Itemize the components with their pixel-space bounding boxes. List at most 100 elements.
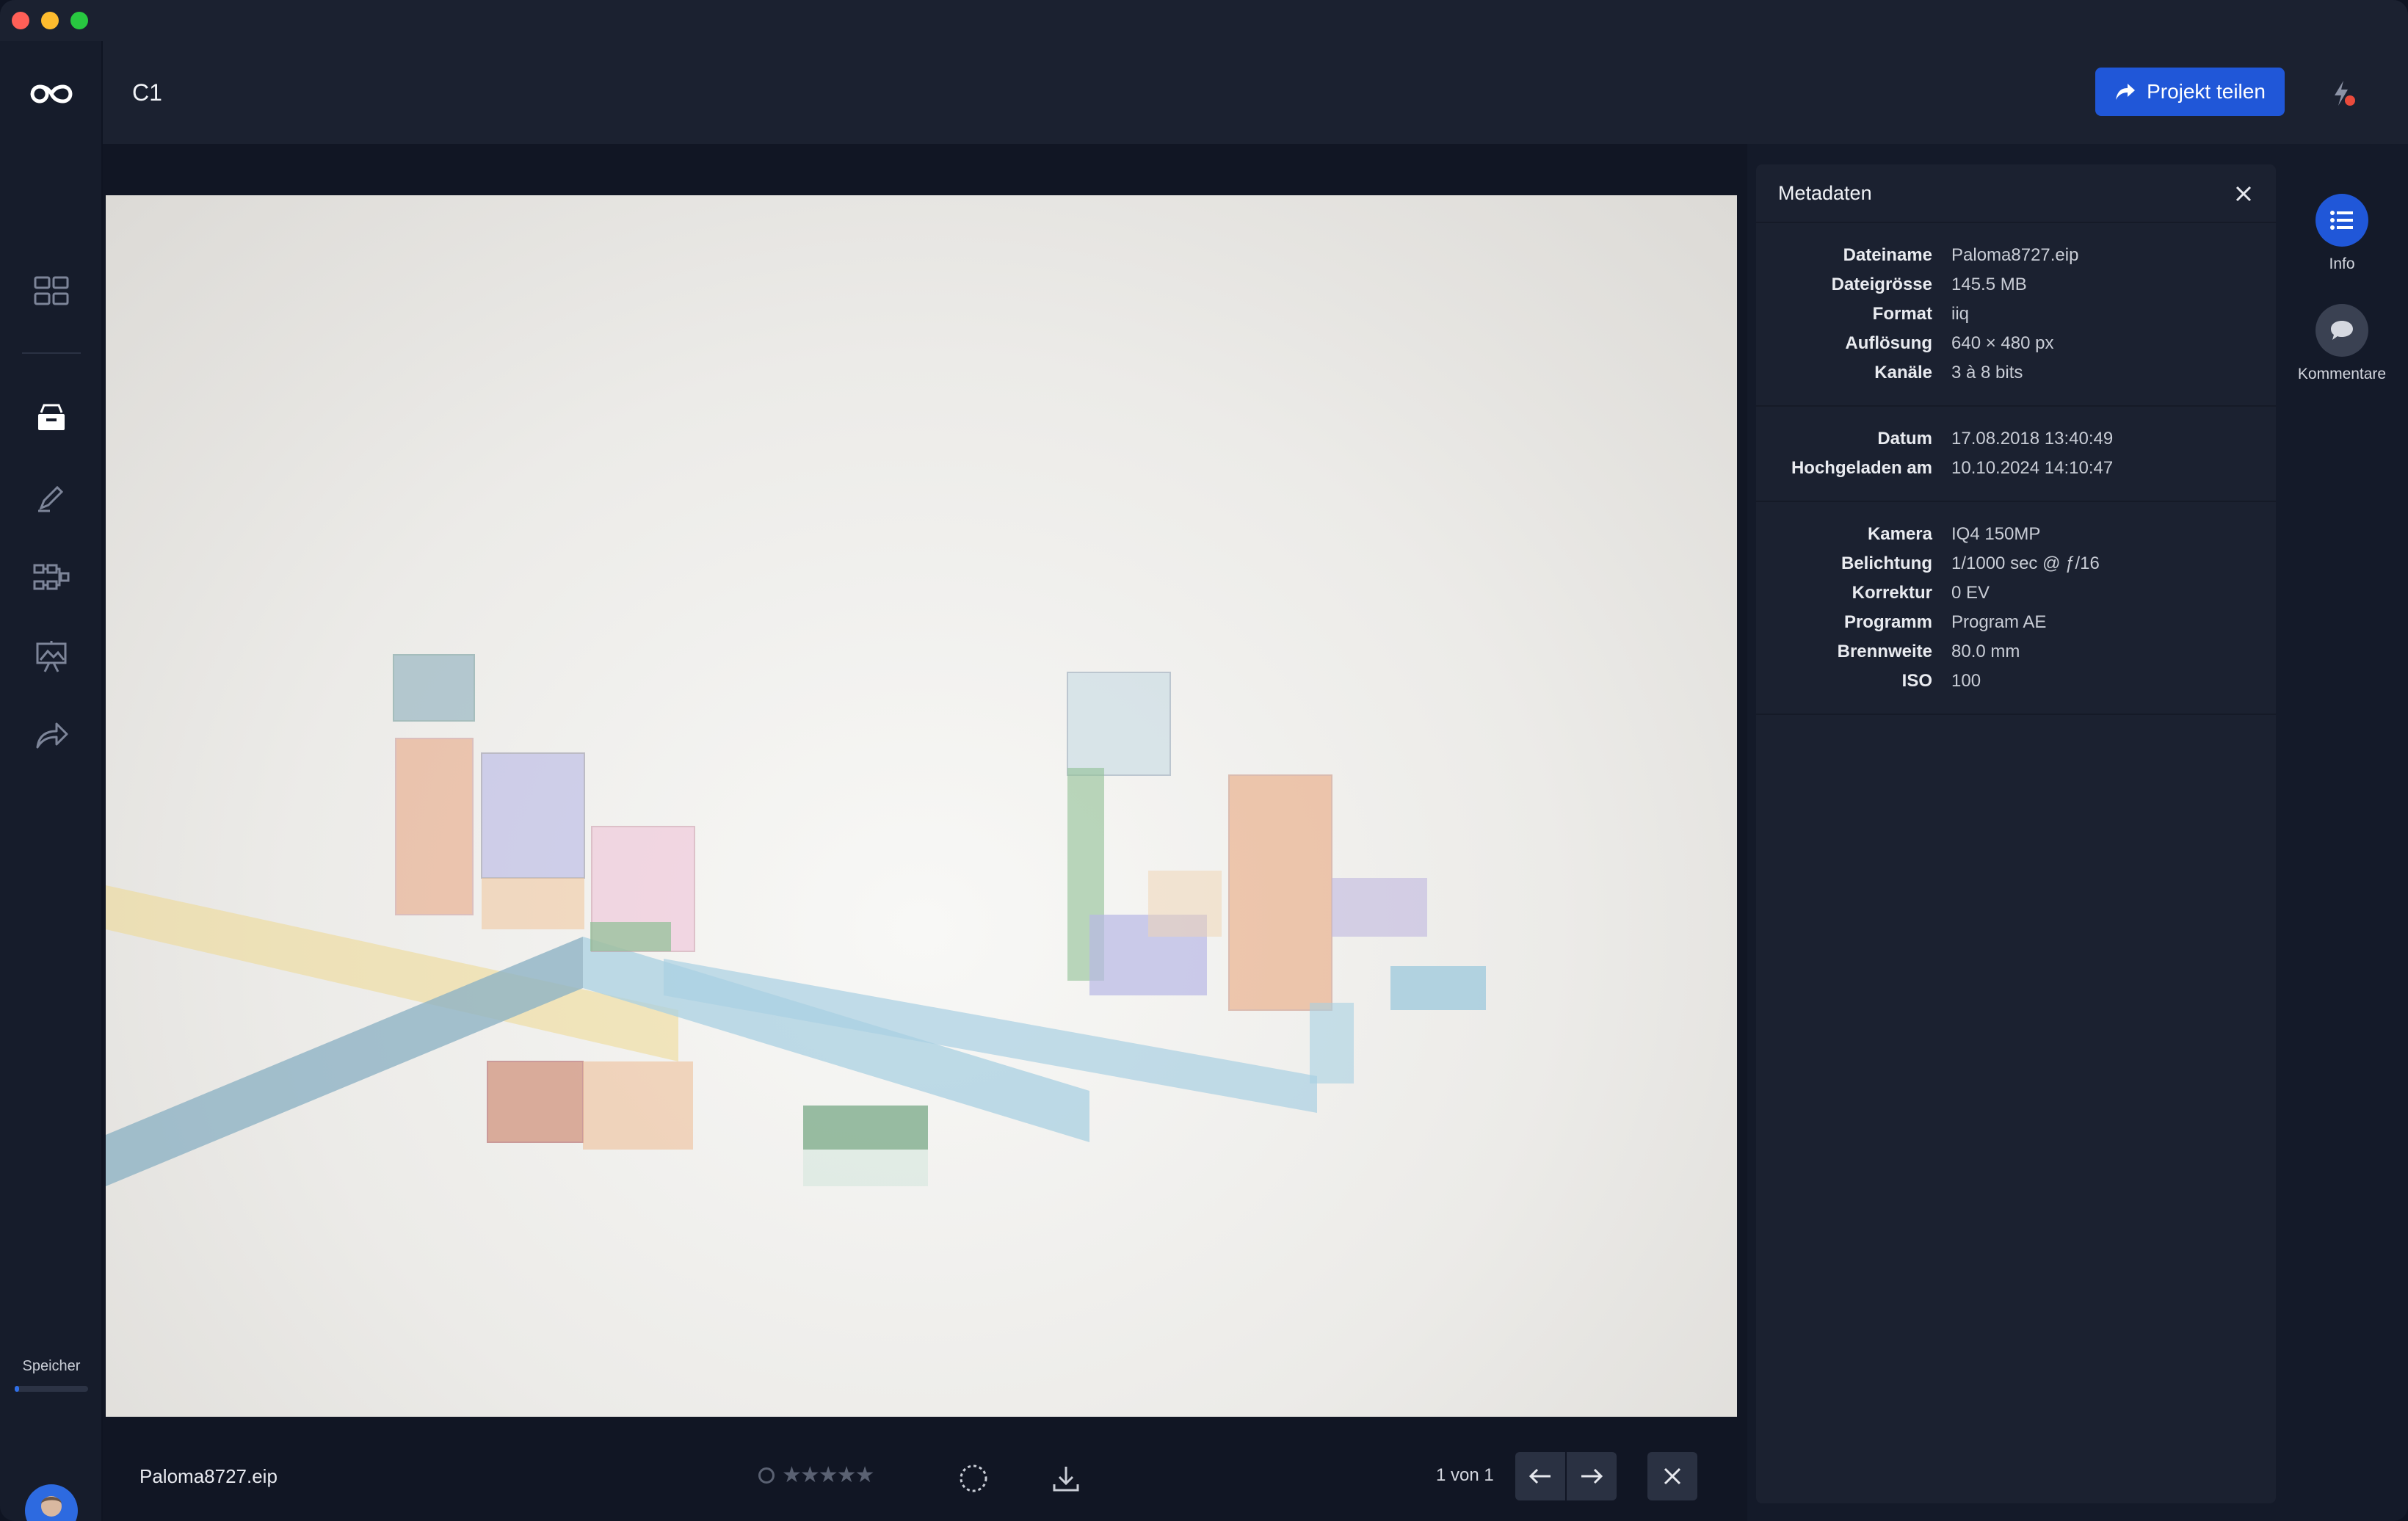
app-window: Speicher C1 Projekt teilen Paloma8727.ei… [0, 0, 2408, 1521]
metadata-value: iiq [1951, 304, 1970, 324]
metadata-label: Korrektur [1852, 583, 1932, 603]
metadata-row: Programm Program AE [1756, 608, 2276, 637]
color-label-button[interactable] [954, 1459, 993, 1498]
metadata-label: Kanäle [1874, 363, 1932, 382]
close-icon [1664, 1467, 1681, 1485]
metadata-value: 100 [1951, 671, 1981, 691]
metadata-row: ISO 100 [1756, 667, 2276, 696]
metadata-label: Format [1872, 304, 1932, 324]
metadata-row: Belichtung 1/1000 sec @ ƒ/16 [1756, 549, 2276, 578]
share-project-label: Projekt teilen [2147, 80, 2266, 103]
title-bar [0, 0, 2408, 41]
sidebar-divider [22, 352, 81, 354]
pen-icon [38, 485, 64, 512]
sidebar-item-workflow[interactable] [29, 555, 73, 599]
sidebar-item-archive[interactable] [29, 395, 73, 439]
star-rating[interactable]: ★★★★★ [782, 1462, 874, 1488]
clear-rating-icon[interactable] [758, 1467, 775, 1484]
avatar[interactable] [25, 1484, 78, 1521]
metadata-row: Kanäle 3 à 8 bits [1756, 358, 2276, 388]
metadata-label: Auflösung [1845, 333, 1932, 353]
notifications-button[interactable] [2323, 75, 2360, 112]
window-zoom-button[interactable] [70, 12, 88, 29]
download-button[interactable] [1047, 1459, 1085, 1498]
metadata-value: 10.10.2024 14:10:47 [1951, 458, 2114, 478]
metadata-header: Metadaten [1756, 164, 2276, 223]
metadata-group-file: Dateiname Paloma8727.eip Dateigrösse 145.5… [1756, 223, 2276, 407]
metadata-value: 1/1000 sec @ ƒ/16 [1951, 553, 2100, 573]
metadata-label: Brennweite [1837, 642, 1932, 661]
info-tab-label: Info [2329, 255, 2355, 272]
sidebar-item-presentation[interactable] [29, 634, 73, 678]
metadata-value: IQ4 150MP [1951, 524, 2041, 544]
metadata-group-camera: Kamera IQ4 150MP Belichtung 1/1000 sec @ ƒ… [1756, 502, 2276, 715]
download-icon [1053, 1467, 1079, 1492]
metadata-label: Dateigrösse [1831, 275, 1932, 294]
storage-meter-fill [15, 1386, 19, 1392]
preview-image[interactable] [106, 195, 1737, 1417]
pagination-text: 1 von 1 [1436, 1465, 1494, 1485]
comment-bubble-icon [2315, 304, 2368, 357]
arrow-left-icon [1528, 1468, 1551, 1484]
easel-icon [36, 641, 67, 672]
next-image-button[interactable] [1567, 1452, 1617, 1500]
sidebar-item-share[interactable] [29, 714, 73, 758]
metadata-value: 3 à 8 bits [1951, 363, 2023, 382]
app-logo-icon[interactable] [29, 79, 73, 109]
metadata-value: 80.0 mm [1951, 642, 2020, 661]
metadata-value: 640 × 480 px [1951, 333, 2054, 353]
metadata-label: Programm [1843, 612, 1932, 632]
metadata-row: Dateigrösse 145.5 MB [1756, 270, 2276, 300]
metadata-row: Kamera IQ4 150MP [1756, 520, 2276, 549]
sidebar-item-markup[interactable] [29, 476, 73, 520]
metadata-row: Auflösung 640 × 480 px [1756, 329, 2276, 358]
storage-label: Speicher [22, 1358, 81, 1374]
metadata-value: 17.08.2018 13:40:49 [1951, 429, 2114, 449]
workflow-icon [33, 564, 70, 590]
close-viewer-button[interactable] [1647, 1452, 1697, 1500]
share-arrow-icon [36, 722, 68, 749]
right-sidebar: Info Kommentare [2276, 144, 2408, 1521]
metadata-value: Program AE [1951, 612, 2047, 632]
share-project-button[interactable]: Projekt teilen [2095, 68, 2285, 116]
info-list-icon [2315, 194, 2368, 247]
sidebar-item-grid[interactable] [29, 269, 73, 313]
dashed-circle-icon [960, 1464, 987, 1492]
metadata-group-dates: Datum 17.08.2018 13:40:49 Hochgeladen am 1… [1756, 407, 2276, 502]
comments-tab[interactable]: Kommentare [2276, 304, 2408, 383]
metadata-panel: Metadaten Dateiname Paloma8727.eip Dateig… [1756, 164, 2276, 1503]
grid-icon [34, 276, 69, 305]
metadata-label: Kamera [1867, 524, 1932, 544]
share-arrow-icon [2116, 84, 2136, 100]
metadata-label: Datum [1877, 429, 1932, 449]
metadata-close-button[interactable] [2230, 181, 2257, 207]
metadata-row: Brennweite 80.0 mm [1756, 637, 2276, 667]
close-icon [2235, 186, 2252, 202]
previous-image-button[interactable] [1515, 1452, 1565, 1500]
metadata-row: Korrektur 0 EV [1756, 578, 2276, 608]
metadata-row: Hochgeladen am 10.10.2024 14:10:47 [1756, 454, 2276, 483]
metadata-value: 0 EV [1951, 583, 1990, 603]
metadata-row: Datum 17.08.2018 13:40:49 [1756, 424, 2276, 454]
left-sidebar: Speicher [0, 41, 103, 1521]
page-title: C1 [132, 79, 162, 106]
arrow-right-icon [1581, 1468, 1603, 1484]
metadata-value: Paloma8727.eip [1951, 245, 2079, 265]
metadata-row: Dateiname Paloma8727.eip [1756, 241, 2276, 270]
metadata-row: Format iiq [1756, 300, 2276, 329]
metadata-title: Metadaten [1778, 181, 1872, 204]
image-viewer: Paloma8727.eip ★★★★★ 1 von 1 [103, 144, 1747, 1521]
window-close-button[interactable] [12, 12, 29, 29]
window-minimize-button[interactable] [41, 12, 59, 29]
storage-meter [15, 1386, 88, 1392]
metadata-value: 145.5 MB [1951, 275, 2027, 294]
top-header: C1 Projekt teilen [103, 41, 2408, 144]
metadata-label: Dateiname [1843, 245, 1932, 265]
info-tab[interactable]: Info [2276, 194, 2408, 273]
rating-control[interactable]: ★★★★★ [758, 1462, 874, 1488]
metadata-label: Belichtung [1841, 553, 1932, 573]
comments-tab-label: Kommentare [2297, 366, 2387, 382]
metadata-label: ISO [1901, 671, 1932, 691]
notification-badge [2345, 95, 2355, 106]
file-name: Paloma8727.eip [139, 1465, 278, 1487]
